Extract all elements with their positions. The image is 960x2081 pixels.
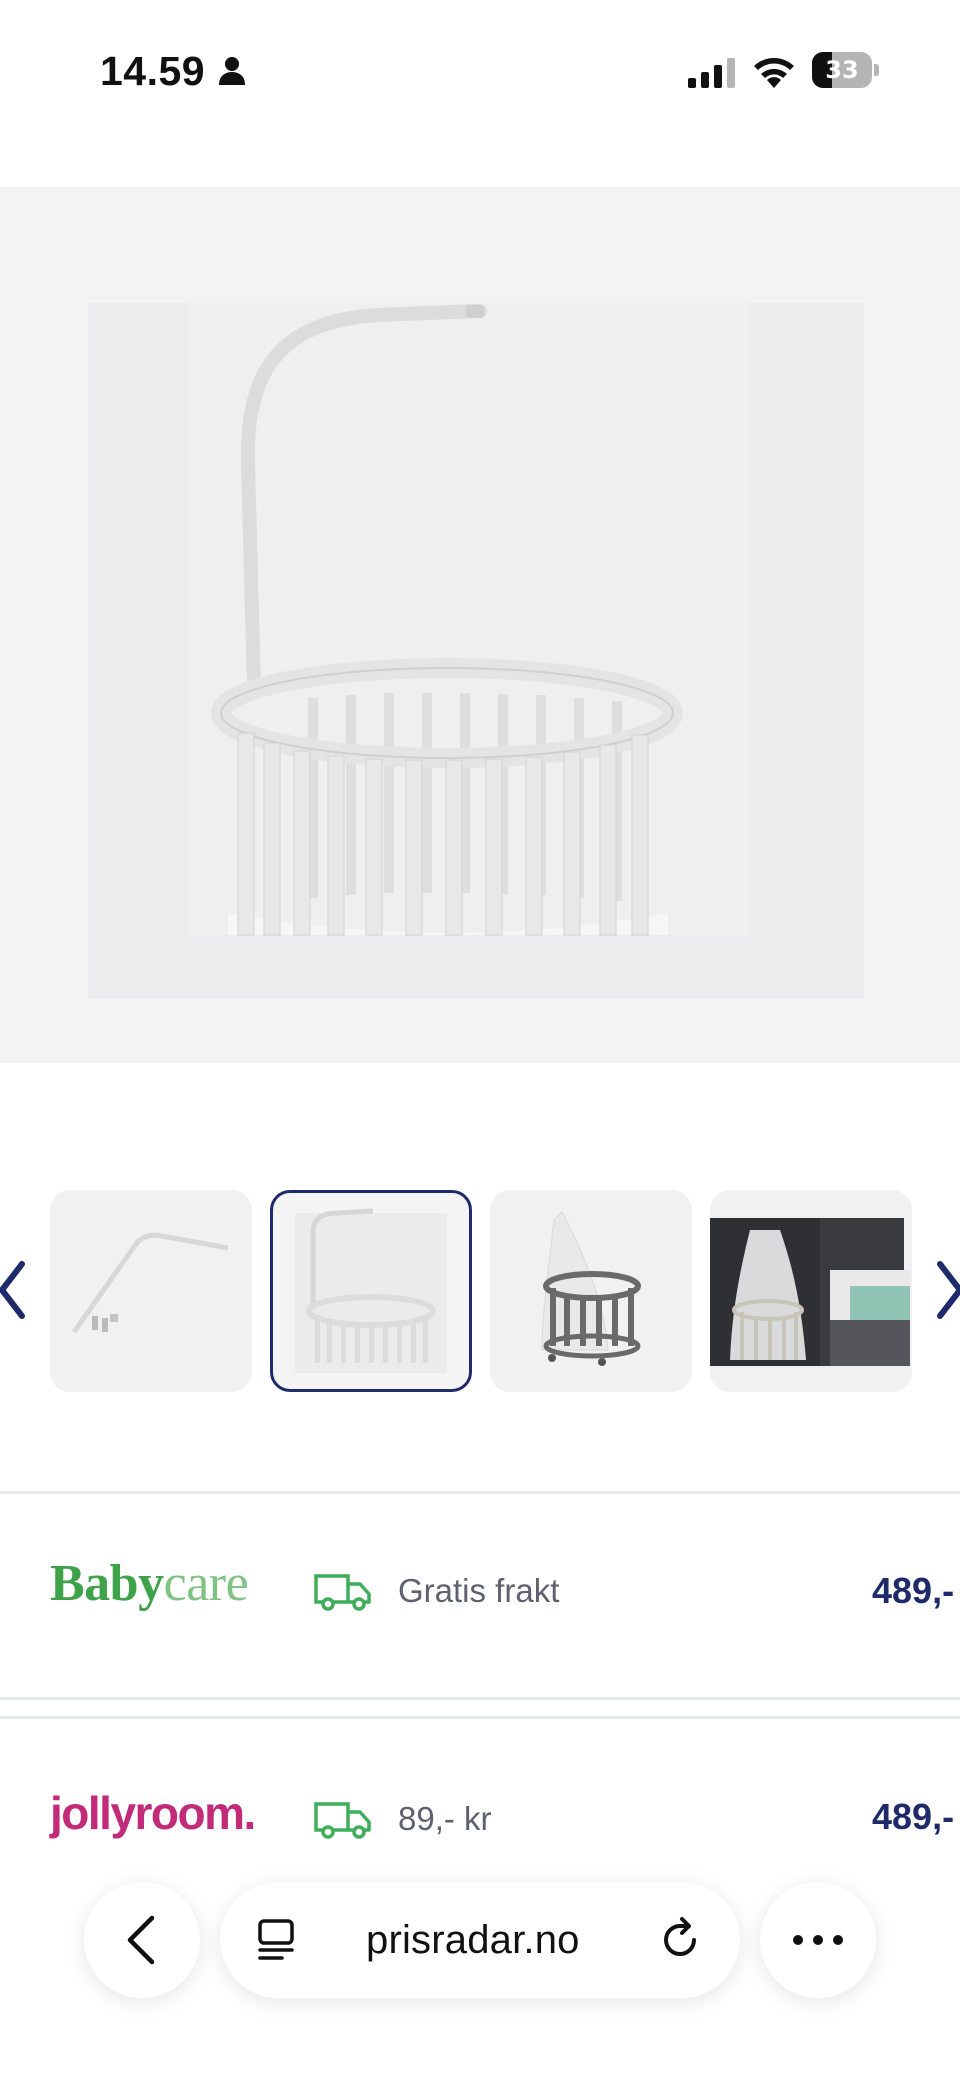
- product-image[interactable]: [0, 187, 960, 1063]
- signal-icon: [688, 58, 735, 88]
- back-button[interactable]: [84, 1882, 200, 1998]
- thumbnail-white-round-crib[interactable]: [270, 1190, 472, 1392]
- truck-icon: [314, 1574, 371, 1611]
- offer-row-babycare[interactable]: Babycare Gratis frakt 489,-: [0, 1504, 960, 1684]
- offer-price: 489,-: [872, 1570, 955, 1611]
- thumbnail-strip: [0, 1188, 960, 1398]
- store-logo-jollyroom: jollyroom.: [50, 1787, 256, 1839]
- status-time: 14.59: [100, 48, 206, 94]
- offer-price: 489,-: [872, 1796, 955, 1837]
- crib-with-canopy-rod-illustration: [188, 303, 750, 936]
- wifi-icon: [754, 58, 794, 88]
- chevron-left-icon[interactable]: [0, 1258, 30, 1322]
- battery-level: 33: [825, 56, 859, 84]
- more-button[interactable]: [760, 1882, 876, 1998]
- thumbnail-crib-in-bedroom[interactable]: [710, 1190, 912, 1392]
- more-icon: [793, 1935, 843, 1945]
- tab-list-icon[interactable]: [256, 1918, 298, 1962]
- truck-icon: [314, 1802, 371, 1839]
- reload-icon[interactable]: [656, 1916, 704, 1964]
- shipping-info: Gratis frakt: [398, 1572, 560, 1609]
- thumbnail-grey-crib-canopy[interactable]: [490, 1190, 692, 1392]
- store-logo-babycare: Babycare: [50, 1555, 249, 1612]
- divider: [0, 1491, 960, 1494]
- browser-toolbar: prisradar.no: [0, 1860, 960, 2081]
- divider: [0, 1697, 960, 1700]
- battery-icon: 33: [812, 52, 879, 88]
- shipping-info: 89,- kr: [398, 1800, 492, 1837]
- chevron-right-icon[interactable]: [932, 1258, 960, 1322]
- divider: [0, 1716, 960, 1719]
- person-icon: [219, 57, 245, 85]
- status-bar: 14.59 33: [0, 0, 960, 140]
- url-text: prisradar.no: [366, 1918, 580, 1962]
- thumbnail-canopy-rod-parts[interactable]: [50, 1190, 252, 1392]
- back-chevron-icon: [127, 1915, 155, 1965]
- product-photo: [88, 303, 864, 999]
- address-bar[interactable]: prisradar.no: [220, 1882, 740, 1998]
